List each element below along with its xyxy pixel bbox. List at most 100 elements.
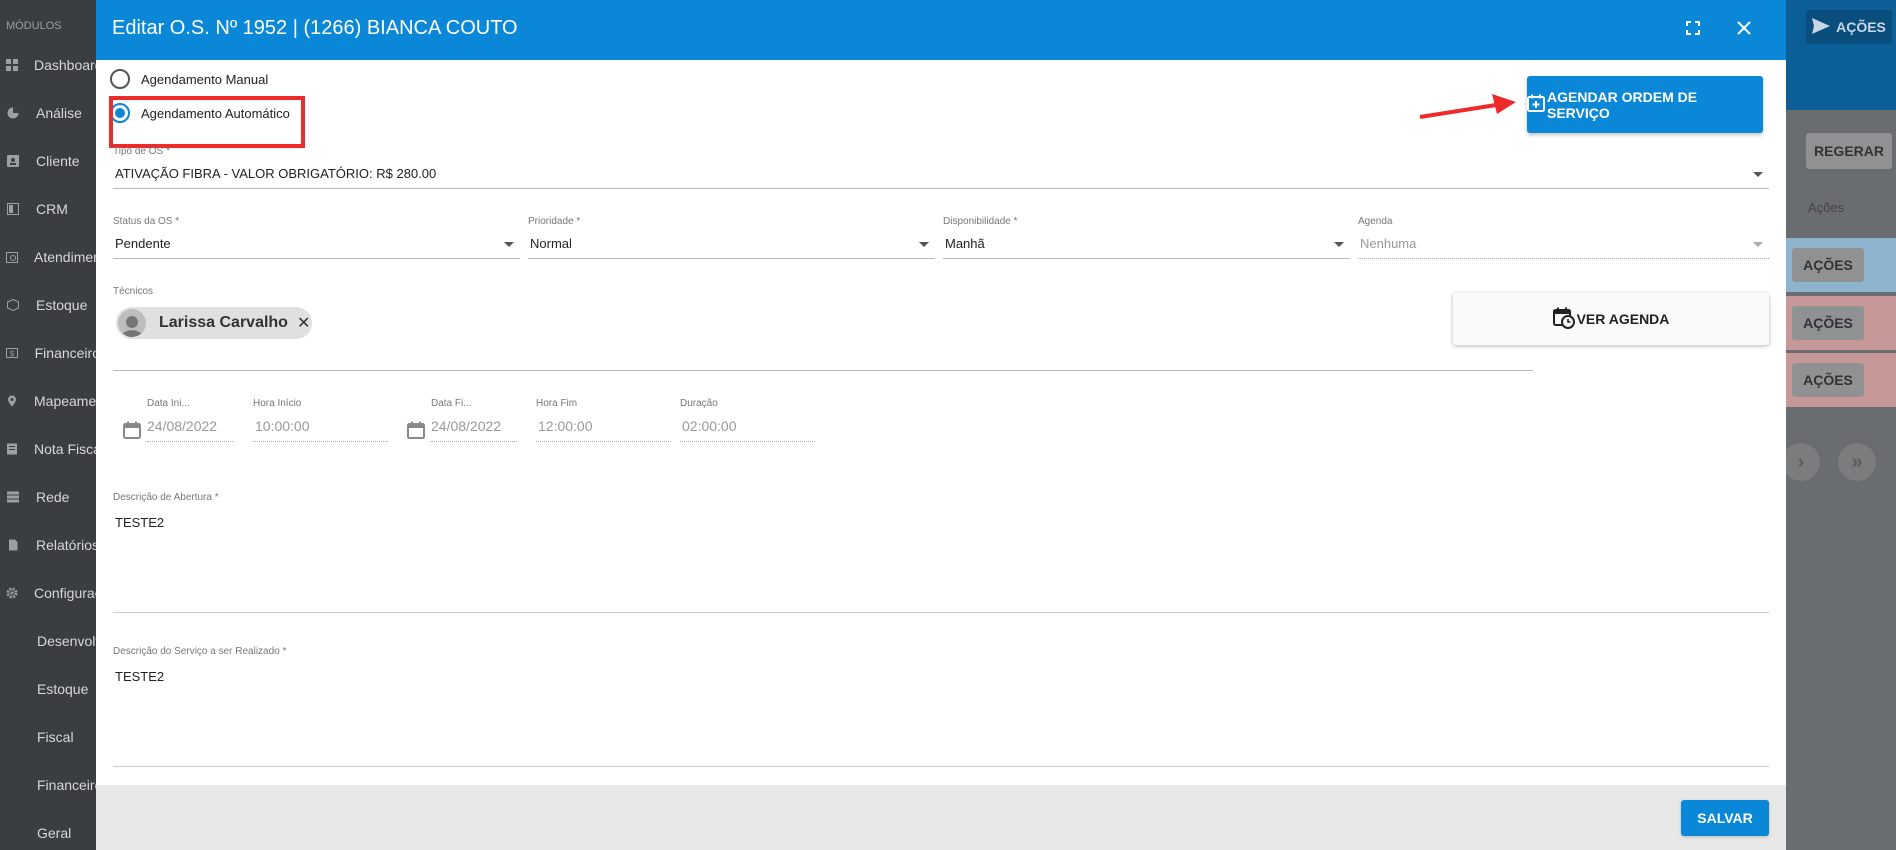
document-icon — [6, 538, 20, 552]
disponibilidade-label: Disponibilidade * — [943, 216, 1018, 227]
agenda-select[interactable]: Agenda Nenhuma — [1358, 216, 1769, 259]
close-icon[interactable]: ✕ — [297, 313, 310, 333]
calendar-icon[interactable] — [123, 421, 141, 444]
disponibilidade-select[interactable]: Disponibilidade * Manhã — [943, 216, 1350, 259]
sidebar-item-label: Nota Fiscal — [34, 441, 100, 457]
sidebar-item-crm[interactable]: CRM — [0, 197, 100, 221]
tecnico-chip[interactable]: Larissa Carvalho ✕ — [116, 307, 312, 339]
sidebar-item-label: Análise — [36, 105, 82, 121]
sidebar-item-cliente[interactable]: Cliente — [0, 149, 100, 173]
background-regerar-button[interactable]: REGERAR — [1806, 133, 1892, 169]
hora-fim-field[interactable]: Hora Fim 12:00:00 — [536, 398, 671, 442]
sidebar-item-analise[interactable]: Análise — [0, 101, 100, 125]
background-row-acoes-button[interactable]: AÇÕES — [1792, 248, 1864, 282]
tipo-os-value: ATIVAÇÃO FIBRA - VALOR OBRIGATÓRIO: R$ 2… — [115, 166, 437, 181]
sidebar-subitem-desenvolvimento[interactable]: Desenvolvimento — [0, 629, 100, 653]
sidebar-item-label: Rede — [36, 489, 70, 505]
field-underline — [528, 258, 935, 259]
sidebar-item-mapeamento[interactable]: Mapeamento — [0, 389, 100, 413]
sidebar-item-label: Dashboard — [34, 57, 100, 73]
field-underline — [113, 258, 520, 259]
radio-label: Agendamento Manual — [141, 71, 269, 87]
calendar-icon[interactable] — [407, 421, 425, 444]
radio-circle — [110, 69, 130, 89]
tecnicos-label: Técnicos — [113, 286, 154, 297]
data-fim-label: Data Fi... — [431, 398, 472, 409]
data-inicio-value: 24/08/2022 — [147, 418, 218, 434]
sidebar-subitem-financeiro[interactable]: Financeiro — [0, 773, 100, 797]
sidebar: MÓDULOS Dashboard Análise Cliente CRM At… — [0, 0, 100, 850]
data-fim-field[interactable]: Data Fi... 24/08/2022 — [431, 398, 517, 442]
agenda-label: Agenda — [1358, 216, 1393, 227]
sidebar-item-estoque[interactable]: Estoque — [0, 293, 100, 317]
data-fim-value: 24/08/2022 — [431, 418, 502, 434]
sidebar-item-financeiro[interactable]: $ Financeiro — [0, 341, 100, 365]
sidebar-item-atendimento[interactable]: Atendimento — [0, 245, 100, 269]
status-os-value: Pendente — [115, 236, 171, 251]
field-underline — [113, 612, 1769, 613]
agendar-ordem-servico-button[interactable]: AGENDAR ORDEM DE SERVIÇO — [1527, 76, 1763, 133]
sidebar-item-nota-fiscal[interactable]: Nota Fiscal — [0, 437, 100, 461]
chevron-down-icon — [1334, 242, 1344, 247]
last-page-button[interactable]: » — [1838, 443, 1876, 481]
calendar-clock-icon — [6, 250, 18, 264]
background-row-acoes-button[interactable]: AÇÕES — [1792, 306, 1864, 340]
prioridade-select[interactable]: Prioridade * Normal — [528, 216, 935, 259]
sidebar-item-label: Estoque — [36, 297, 88, 313]
chevron-down-icon — [1753, 242, 1763, 247]
svg-text:$: $ — [10, 349, 15, 358]
hora-fim-label: Hora Fim — [536, 398, 578, 409]
field-underline — [1358, 258, 1769, 259]
hora-inicio-field[interactable]: Hora Início 10:00:00 — [253, 398, 388, 442]
annotation-highlight-box — [109, 96, 305, 148]
descricao-abertura-value: TESTE2 — [115, 515, 165, 530]
sidebar-item-configuracoes[interactable]: Configurações — [0, 581, 100, 605]
background-panel — [1785, 0, 1896, 850]
contact-icon — [6, 154, 20, 168]
descricao-servico-label: Descrição do Serviço a ser Realizado * — [113, 646, 287, 657]
fullscreen-button[interactable] — [1678, 15, 1708, 45]
sidebar-item-dashboard[interactable]: Dashboard — [0, 53, 100, 77]
background-acoes-button[interactable]: AÇÕES — [1806, 10, 1892, 44]
field-underline — [431, 441, 517, 442]
background-acoes-label: AÇÕES — [1836, 19, 1886, 35]
field-underline — [113, 188, 1769, 189]
chevron-right-icon: › — [1797, 450, 1805, 473]
ver-agenda-button[interactable]: VER AGENDA — [1453, 293, 1769, 345]
prioridade-label: Prioridade * — [528, 216, 581, 227]
tecnicos-field[interactable]: Técnicos — [113, 286, 1533, 371]
board-icon — [6, 202, 20, 216]
prioridade-value: Normal — [530, 236, 572, 251]
hora-inicio-value: 10:00:00 — [255, 418, 310, 434]
background-row-acoes-button[interactable]: AÇÕES — [1792, 363, 1864, 397]
sidebar-subitem-estoque[interactable]: Estoque — [0, 677, 100, 701]
tecnico-chip-label: Larissa Carvalho — [159, 314, 288, 331]
agenda-value: Nenhuma — [1360, 236, 1417, 251]
descricao-abertura-textarea[interactable]: Descrição de Abertura * TESTE2 — [113, 492, 1769, 613]
radio-agendamento-manual[interactable]: Agendamento Manual — [110, 69, 268, 89]
background-acoes-header: Ações — [1808, 200, 1845, 215]
sidebar-section-label: MÓDULOS — [6, 20, 62, 32]
field-underline — [680, 441, 815, 442]
map-pin-icon — [6, 394, 18, 408]
data-inicio-field[interactable]: Data Ini... 24/08/2022 — [147, 398, 233, 442]
tipo-os-select[interactable]: Tipo de OS * ATIVAÇÃO FIBRA - VALOR OBRI… — [113, 146, 1769, 189]
status-os-select[interactable]: Status da OS * Pendente — [113, 216, 520, 259]
sidebar-subitem-geral[interactable]: Geral — [0, 821, 100, 845]
dialog-header: Editar O.S. Nº 1952 | (1266) BIANCA COUT… — [96, 0, 1786, 60]
close-button[interactable] — [1729, 15, 1759, 45]
status-os-label: Status da OS * — [113, 216, 180, 227]
field-underline — [536, 441, 671, 442]
field-underline — [147, 441, 233, 442]
descricao-servico-textarea[interactable]: Descrição do Serviço a ser Realizado * T… — [113, 646, 1769, 767]
sidebar-item-relatorios[interactable]: Relatórios — [0, 533, 100, 557]
data-inicio-label: Data Ini... — [147, 398, 190, 409]
save-button[interactable]: SALVAR — [1681, 800, 1769, 836]
agendar-ordem-servico-label: AGENDAR ORDEM DE SERVIÇO — [1547, 88, 1698, 121]
sidebar-subitem-fiscal[interactable]: Fiscal — [0, 725, 100, 749]
duracao-field[interactable]: Duração 02:00:00 — [680, 398, 815, 442]
next-page-button[interactable]: › — [1782, 443, 1820, 481]
descricao-abertura-label: Descrição de Abertura * — [113, 492, 219, 503]
ver-agenda-label: VER AGENDA — [1576, 311, 1670, 327]
sidebar-item-rede[interactable]: Rede — [0, 485, 100, 509]
